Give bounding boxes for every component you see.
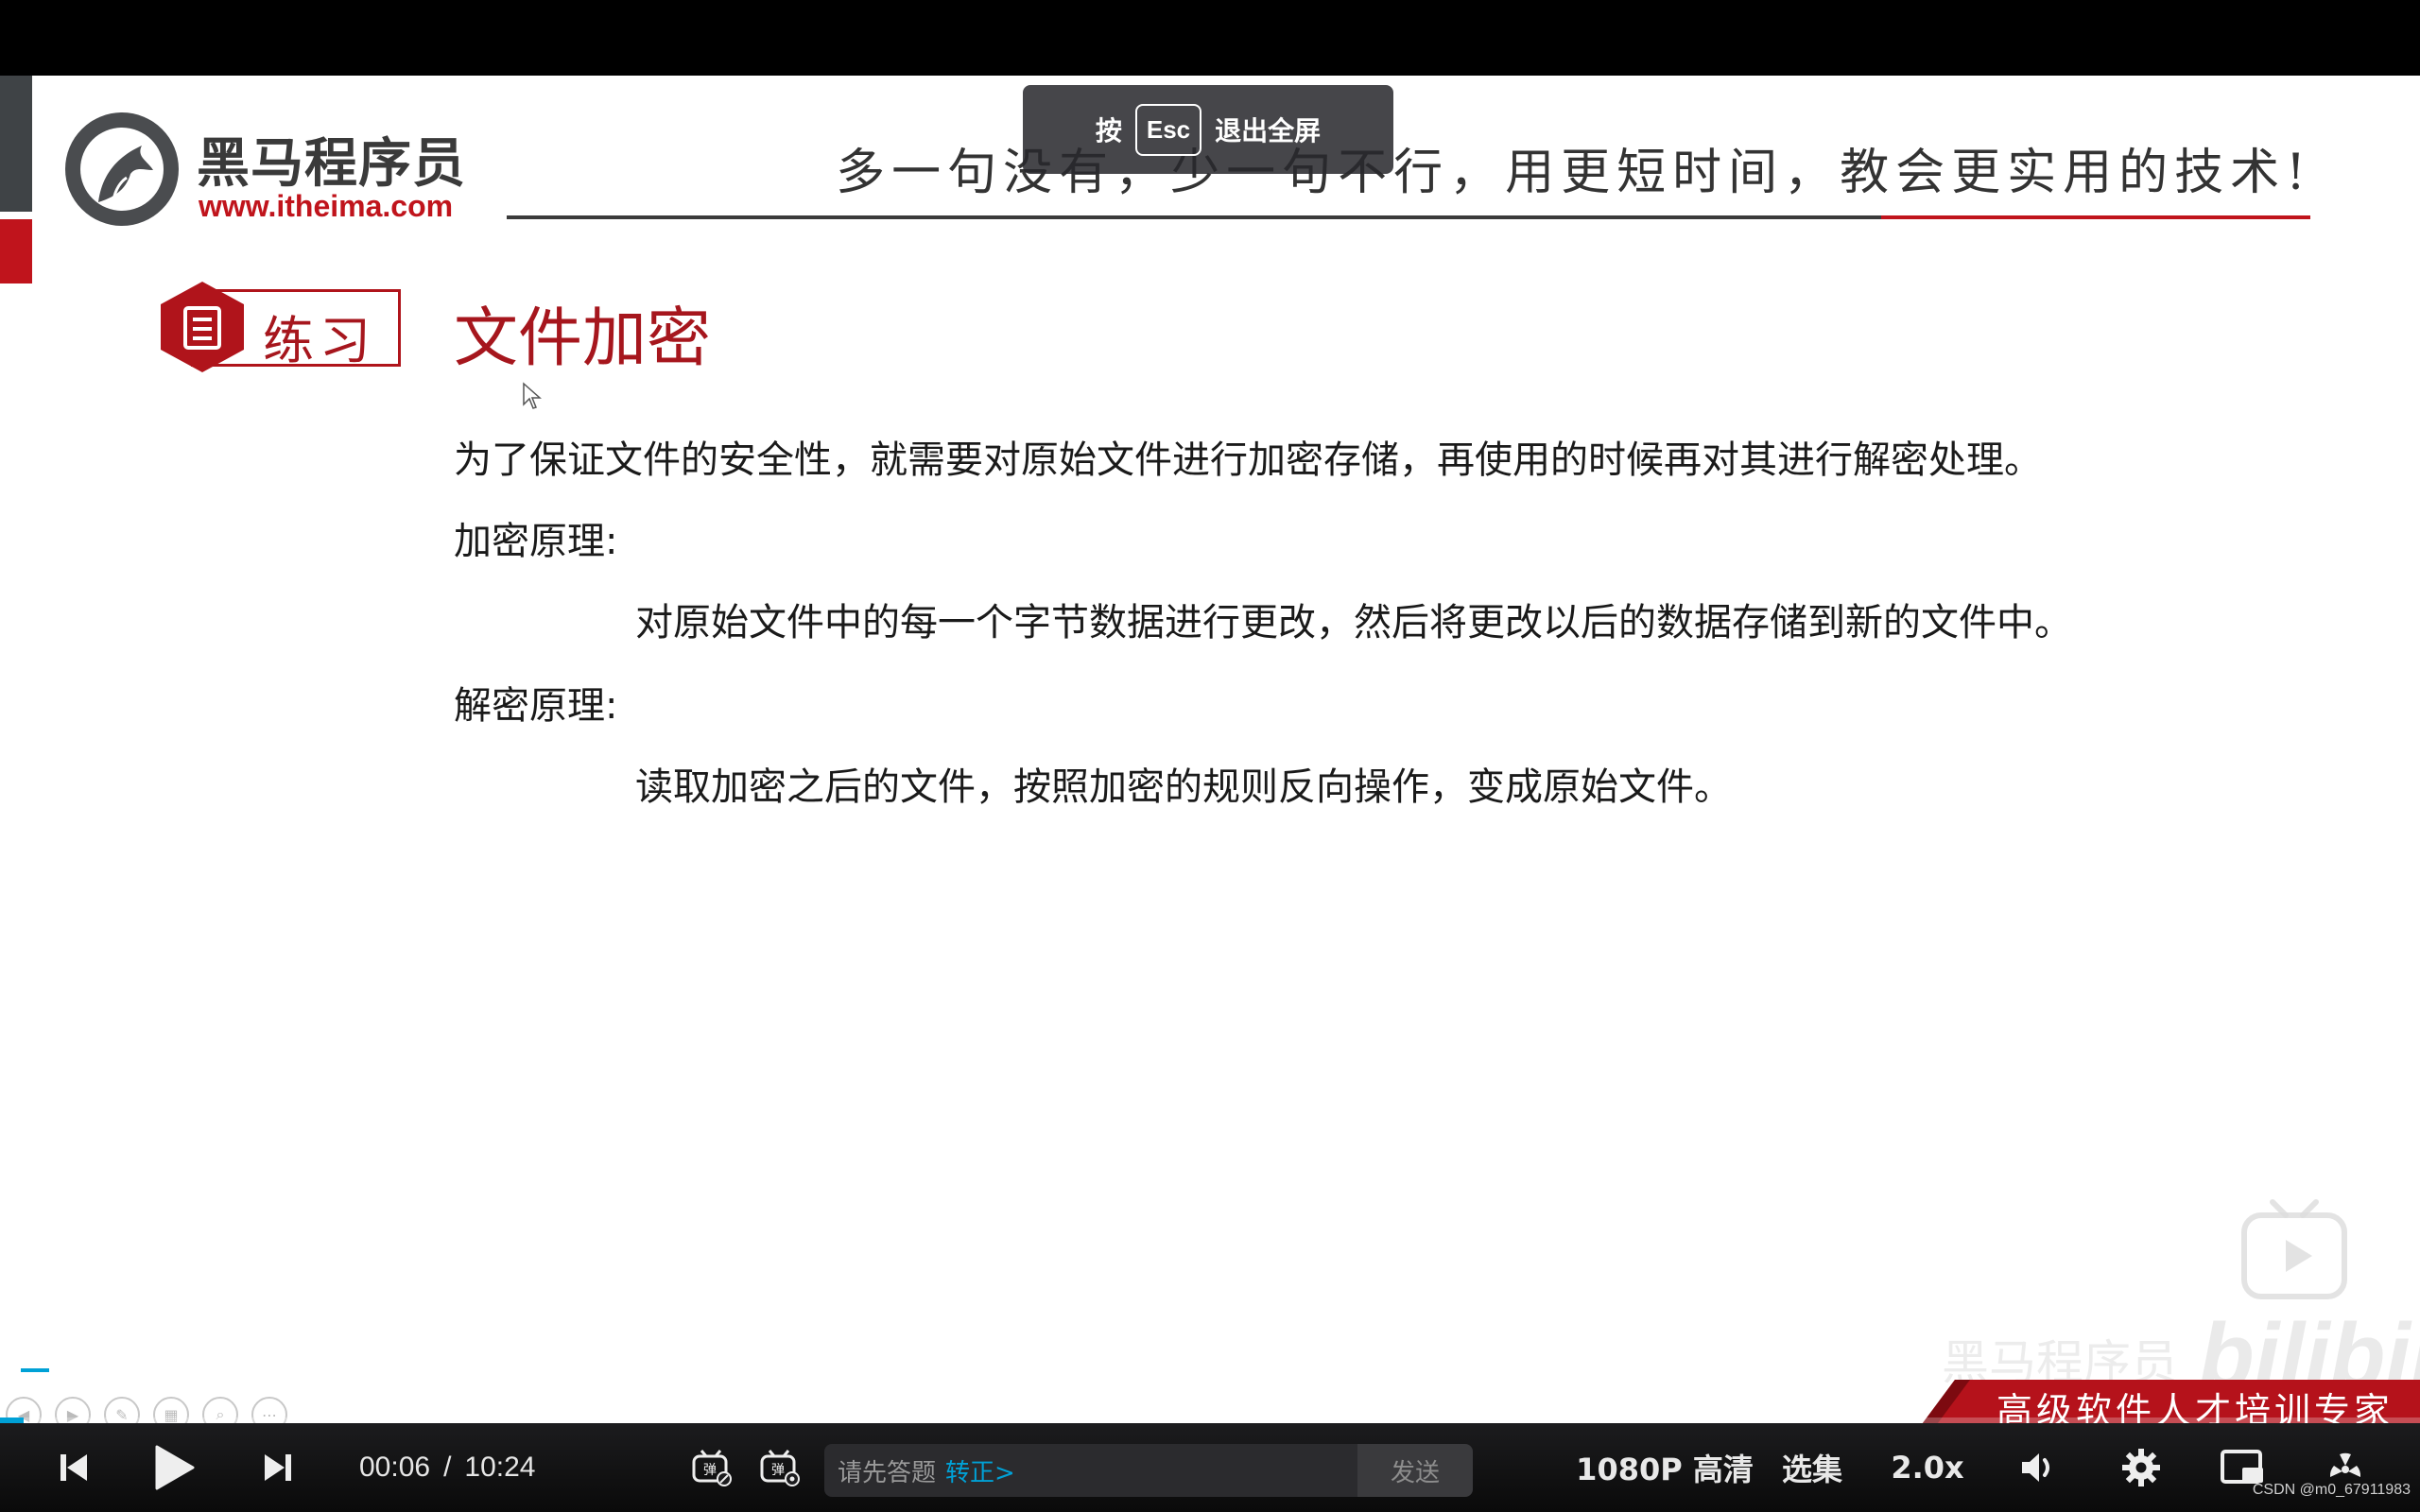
svg-text:弹: 弹 bbox=[771, 1463, 785, 1478]
episodes-button[interactable]: 选集 bbox=[1779, 1423, 1845, 1512]
csdn-credit: CSDN @m0_67911983 bbox=[2252, 1482, 2411, 1498]
quality-button[interactable]: 1080P 高清 bbox=[1576, 1423, 1754, 1512]
player-control-bar: 00:06 / 10:24 弹 弹 请先答题 转正> 发送 1080P 高清 选… bbox=[0, 1423, 2420, 1512]
danmaku-placeholder: 请先答题 bbox=[838, 1458, 937, 1487]
volume-button[interactable] bbox=[2015, 1423, 2063, 1512]
horse-logo-icon bbox=[65, 112, 179, 226]
logo-name: 黑马程序员 bbox=[197, 133, 466, 195]
time-display: 00:06 / 10:24 bbox=[359, 1423, 536, 1512]
current-time: 00:06 bbox=[359, 1452, 431, 1483]
next-button[interactable] bbox=[257, 1423, 299, 1512]
danmaku-input[interactable]: 请先答题 转正> bbox=[824, 1444, 1357, 1497]
esc-key: Esc bbox=[1134, 103, 1202, 156]
danmaku-toggle-button[interactable]: 弹 bbox=[688, 1423, 734, 1512]
danmaku-toggle-icon: 弹 bbox=[692, 1450, 732, 1486]
gear-icon bbox=[2122, 1449, 2160, 1486]
svg-text:弹: 弹 bbox=[703, 1463, 717, 1478]
settings-button[interactable] bbox=[2118, 1423, 2165, 1512]
speed-button[interactable]: 2.0x bbox=[1891, 1423, 1963, 1512]
decrypt-body: 读取加密之后的文件，按照加密的规则反向操作，变成原始文件。 bbox=[635, 765, 1732, 809]
volume-icon bbox=[2022, 1453, 2049, 1482]
logo-url: www.itheima.com bbox=[199, 189, 454, 223]
decrypt-heading: 解密原理: bbox=[454, 684, 618, 728]
itheima-logo: 黑马程序员 www.itheima.com bbox=[60, 108, 476, 231]
play-icon bbox=[155, 1445, 195, 1490]
esc-hint-action: 退出全屏 bbox=[1215, 115, 1322, 146]
mouse-cursor-icon bbox=[523, 382, 542, 409]
bilibili-play-watermark-icon bbox=[2241, 1199, 2347, 1299]
play-button[interactable] bbox=[147, 1423, 200, 1512]
header-rule-accent bbox=[1881, 215, 2310, 219]
esc-hint-press: 按 bbox=[1095, 115, 1122, 146]
skip-next-icon bbox=[265, 1454, 291, 1481]
exercise-badge: 练习 bbox=[157, 280, 401, 401]
slide: 黑马程序员 www.itheima.com 多一句没有，少一句不行，用更短时间，… bbox=[0, 76, 2420, 1423]
badge-label: 练习 bbox=[263, 311, 376, 370]
slide-mini-progress bbox=[21, 1368, 49, 1372]
danmaku-settings-button[interactable]: 弹 bbox=[756, 1423, 802, 1512]
send-button[interactable]: 发送 bbox=[1357, 1444, 1473, 1497]
video-progress-bar[interactable] bbox=[0, 1418, 2420, 1423]
encrypt-heading: 加密原理: bbox=[454, 520, 618, 563]
skip-previous-icon bbox=[60, 1454, 87, 1481]
slide-edge-red bbox=[0, 219, 32, 284]
time-separator: / bbox=[443, 1452, 452, 1483]
danmaku-quiz-link[interactable]: 转正> bbox=[945, 1453, 1015, 1488]
picture-in-picture-icon bbox=[2221, 1450, 2263, 1484]
danmaku-settings-icon: 弹 bbox=[760, 1450, 800, 1486]
video-progress-fill bbox=[0, 1418, 24, 1423]
header-rule bbox=[507, 215, 1881, 219]
document-icon bbox=[161, 282, 244, 372]
encrypt-body: 对原始文件中的每一个字节数据进行更改，然后将更改以后的数据存储到新的文件中。 bbox=[635, 601, 2072, 644]
intro-text: 为了保证文件的安全性，就需要对原始文件进行加密存储，再使用的时候再对其进行解密处… bbox=[454, 438, 2042, 482]
slide-title: 文件加密 bbox=[454, 301, 712, 376]
exit-fullscreen-hint: 按 Esc 退出全屏 bbox=[1023, 85, 1393, 174]
previous-button[interactable] bbox=[49, 1423, 98, 1512]
duration: 10:24 bbox=[464, 1452, 536, 1483]
slide-edge-dark bbox=[0, 76, 32, 212]
